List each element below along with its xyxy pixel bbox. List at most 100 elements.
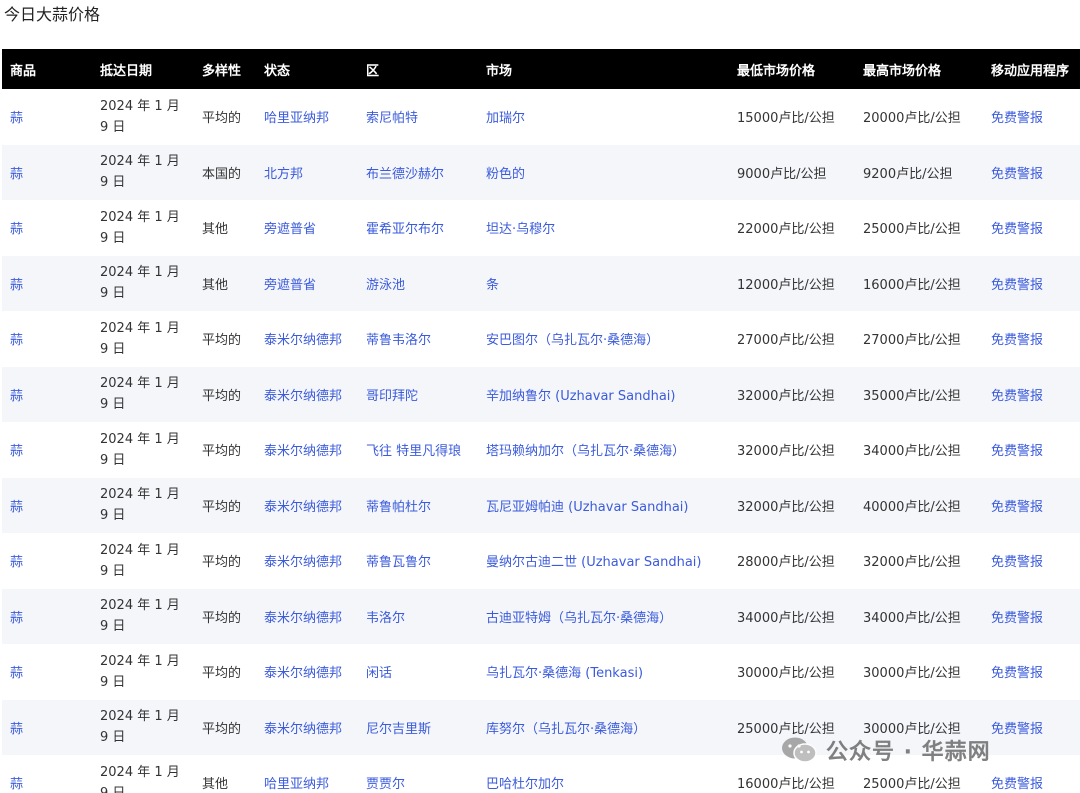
state-link[interactable]: 旁遮普省 — [256, 256, 358, 312]
state-link[interactable]: 泰米尔纳德邦 — [256, 422, 358, 478]
district-link[interactable]: 蒂鲁韦洛尔 — [358, 311, 478, 367]
commodity-link[interactable]: 蒜 — [2, 478, 92, 534]
commodity-link[interactable]: 蒜 — [2, 311, 92, 367]
arrival-date: 2024 年 1 月 9 日 — [100, 376, 180, 413]
district-link[interactable]: 飞往 特里凡得琅 — [358, 422, 478, 478]
district-link[interactable]: 布兰德沙赫尔 — [358, 145, 478, 201]
commodity-link[interactable]: 蒜 — [2, 422, 92, 478]
free-alert-link[interactable]: 免费警报 — [983, 700, 1080, 756]
free-alert-link[interactable]: 免费警报 — [983, 145, 1080, 201]
variety: 平均的 — [202, 666, 242, 682]
district-link[interactable]: 闲话 — [358, 644, 478, 700]
variety: 平均的 — [202, 610, 242, 626]
state-link[interactable]: 泰米尔纳德邦 — [256, 367, 358, 423]
min-price: 27000卢比/公担 — [737, 333, 835, 349]
market-link[interactable]: 粉色的 — [478, 145, 729, 201]
market-link[interactable]: 库努尔（乌扎瓦尔·桑德海） — [478, 700, 729, 756]
market-link[interactable]: 曼纳尔古迪二世 (Uzhavar Sandhai) — [478, 533, 729, 589]
market-link[interactable]: 安巴图尔（乌扎瓦尔·桑德海） — [478, 311, 729, 367]
header-district: 区 — [366, 63, 380, 79]
variety: 平均的 — [202, 333, 242, 349]
district-link[interactable]: 哥印拜陀 — [358, 367, 478, 423]
header-arrival-date: 抵达日期 — [100, 63, 153, 79]
table-body: 蒜 2024 年 1 月 9 日 平均的 哈里亚纳邦 索尼帕特 加瑞尔 1500… — [2, 89, 1080, 793]
table-row: 蒜 2024 年 1 月 9 日 平均的 泰米尔纳德邦 蒂鲁韦洛尔 安巴图尔（乌… — [2, 311, 1080, 367]
min-price: 32000卢比/公担 — [737, 388, 835, 404]
header-min-price: 最低市场价格 — [737, 63, 816, 79]
commodity-link[interactable]: 蒜 — [2, 700, 92, 756]
state-link[interactable]: 泰米尔纳德邦 — [256, 311, 358, 367]
free-alert-link[interactable]: 免费警报 — [983, 422, 1080, 478]
commodity-link[interactable]: 蒜 — [2, 533, 92, 589]
variety: 平均的 — [202, 721, 242, 737]
free-alert-link[interactable]: 免费警报 — [983, 755, 1080, 793]
commodity-link[interactable]: 蒜 — [2, 755, 92, 793]
max-price: 27000卢比/公担 — [863, 333, 961, 349]
free-alert-link[interactable]: 免费警报 — [983, 256, 1080, 312]
arrival-date: 2024 年 1 月 9 日 — [100, 598, 180, 635]
state-link[interactable]: 旁遮普省 — [256, 200, 358, 256]
free-alert-link[interactable]: 免费警报 — [983, 367, 1080, 423]
watermark-text: 公众号 · 华蒜网 — [826, 740, 991, 765]
variety: 平均的 — [202, 555, 242, 571]
commodity-link[interactable]: 蒜 — [2, 89, 92, 145]
commodity-link[interactable]: 蒜 — [2, 367, 92, 423]
state-link[interactable]: 泰米尔纳德邦 — [256, 478, 358, 534]
free-alert-link[interactable]: 免费警报 — [983, 533, 1080, 589]
district-link[interactable]: 韦洛尔 — [358, 589, 478, 645]
commodity-link[interactable]: 蒜 — [2, 256, 92, 312]
table-row: 蒜 2024 年 1 月 9 日 其他 旁遮普省 霍希亚尔布尔 坦达·乌穆尔 2… — [2, 200, 1080, 256]
state-link[interactable]: 哈里亚纳邦 — [256, 755, 358, 793]
market-link[interactable]: 加瑞尔 — [478, 89, 729, 145]
market-link[interactable]: 条 — [478, 256, 729, 312]
state-link[interactable]: 泰米尔纳德邦 — [256, 589, 358, 645]
market-link[interactable]: 巴哈杜尔加尔 — [478, 755, 729, 793]
district-link[interactable]: 霍希亚尔布尔 — [358, 200, 478, 256]
commodity-link[interactable]: 蒜 — [2, 589, 92, 645]
table-row: 蒜 2024 年 1 月 9 日 平均的 泰米尔纳德邦 飞往 特里凡得琅 塔玛赖… — [2, 422, 1080, 478]
min-price: 30000卢比/公担 — [737, 666, 835, 682]
district-link[interactable]: 蒂鲁帕杜尔 — [358, 478, 478, 534]
market-link[interactable]: 塔玛赖纳加尔（乌扎瓦尔·桑德海） — [478, 422, 729, 478]
commodity-link[interactable]: 蒜 — [2, 145, 92, 201]
table-row: 蒜 2024 年 1 月 9 日 本国的 北方邦 布兰德沙赫尔 粉色的 9000… — [2, 144, 1080, 201]
max-price: 40000卢比/公担 — [863, 499, 961, 515]
table-row: 蒜 2024 年 1 月 9 日 平均的 泰米尔纳德邦 韦洛尔 古迪亚特姆（乌扎… — [2, 588, 1080, 645]
district-link[interactable]: 尼尔吉里斯 — [358, 700, 478, 756]
header-variety: 多样性 — [202, 63, 242, 79]
market-link[interactable]: 辛加纳鲁尔 (Uzhavar Sandhai) — [478, 367, 729, 423]
free-alert-link[interactable]: 免费警报 — [983, 89, 1080, 145]
free-alert-link[interactable]: 免费警报 — [983, 311, 1080, 367]
district-link[interactable]: 蒂鲁瓦鲁尔 — [358, 533, 478, 589]
district-link[interactable]: 游泳池 — [358, 256, 478, 312]
min-price: 22000卢比/公担 — [737, 222, 835, 238]
district-link[interactable]: 贾贾尔 — [358, 755, 478, 793]
variety: 平均的 — [202, 444, 242, 460]
header-mobile-app: 移动应用程序 — [991, 63, 1070, 79]
min-price: 28000卢比/公担 — [737, 555, 835, 571]
market-link[interactable]: 乌扎瓦尔·桑德海 (Tenkasi) — [478, 644, 729, 700]
state-link[interactable]: 泰米尔纳德邦 — [256, 644, 358, 700]
market-link[interactable]: 坦达·乌穆尔 — [478, 200, 729, 256]
arrival-date: 2024 年 1 月 9 日 — [100, 487, 180, 524]
arrival-date: 2024 年 1 月 9 日 — [100, 265, 180, 302]
free-alert-link[interactable]: 免费警报 — [983, 478, 1080, 534]
header-commodity: 商品 — [10, 63, 37, 79]
district-link[interactable]: 索尼帕特 — [358, 89, 478, 145]
max-price: 35000卢比/公担 — [863, 388, 961, 404]
max-price: 16000卢比/公担 — [863, 277, 961, 293]
market-link[interactable]: 古迪亚特姆（乌扎瓦尔·桑德海） — [478, 589, 729, 645]
arrival-date: 2024 年 1 月 9 日 — [100, 542, 180, 579]
state-link[interactable]: 哈里亚纳邦 — [256, 89, 358, 145]
free-alert-link[interactable]: 免费警报 — [983, 200, 1080, 256]
commodity-link[interactable]: 蒜 — [2, 200, 92, 256]
variety: 其他 — [202, 777, 229, 793]
commodity-link[interactable]: 蒜 — [2, 644, 92, 700]
state-link[interactable]: 北方邦 — [256, 145, 358, 201]
state-link[interactable]: 泰米尔纳德邦 — [256, 700, 358, 756]
free-alert-link[interactable]: 免费警报 — [983, 644, 1080, 700]
variety: 平均的 — [202, 111, 242, 127]
free-alert-link[interactable]: 免费警报 — [983, 589, 1080, 645]
state-link[interactable]: 泰米尔纳德邦 — [256, 533, 358, 589]
market-link[interactable]: 瓦尼亚姆帕迪 (Uzhavar Sandhai) — [478, 478, 729, 534]
